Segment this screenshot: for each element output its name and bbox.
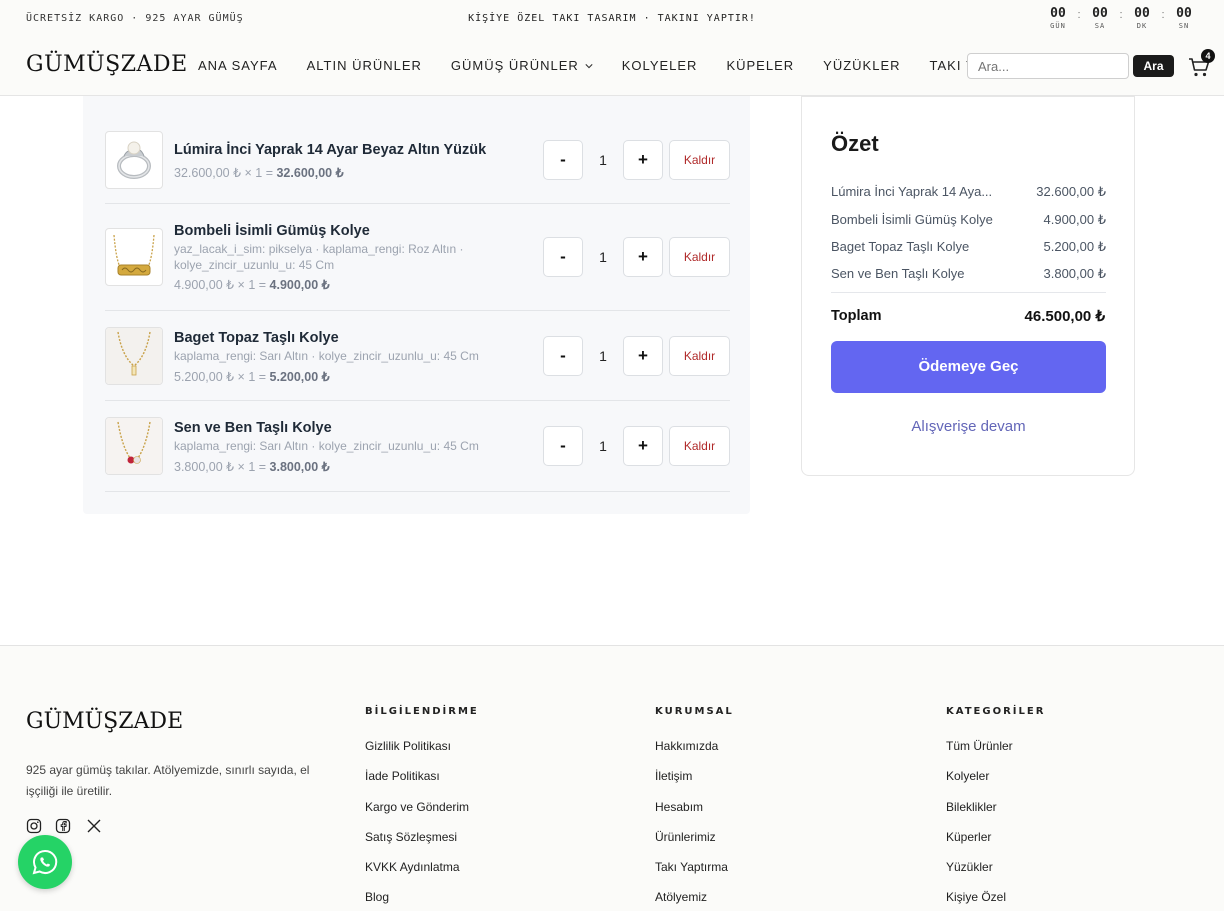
- qty-increase-button[interactable]: +: [623, 426, 663, 466]
- qty-decrease-button[interactable]: -: [543, 140, 583, 180]
- cart-item-price: 5.200,00 ₺ × 1 = 5.200,00 ₺: [174, 370, 330, 384]
- footer-column-info: BİLGİLENDİRME Gizlilik Politikası İade P…: [365, 706, 479, 911]
- footer-link[interactable]: Kargo ve Gönderim: [365, 800, 479, 830]
- ring-icon[interactable]: [105, 131, 163, 189]
- qty-increase-button[interactable]: +: [623, 237, 663, 277]
- cart-item-price: 3.800,00 ₺ × 1 = 3.800,00 ₺: [174, 460, 330, 474]
- remove-item-button[interactable]: Kaldır: [669, 426, 730, 466]
- nav-necklaces[interactable]: KOLYELER: [622, 58, 698, 73]
- footer-column-categories: KATEGORİLER Tüm Ürünler Kolyeler Bilekli…: [946, 706, 1045, 911]
- remove-item-button[interactable]: Kaldır: [669, 336, 730, 376]
- qty-increase-button[interactable]: +: [623, 336, 663, 376]
- summary-title: Özet: [831, 131, 879, 156]
- countdown-days: 00 GÜN: [1050, 6, 1066, 30]
- instagram-icon[interactable]: [26, 818, 42, 834]
- cart-item: Sen ve Ben Taşlı Kolye kaplama_rengi: Sa…: [105, 401, 730, 492]
- remove-item-button[interactable]: Kaldır: [669, 140, 730, 180]
- nav-silver-products[interactable]: GÜMÜŞ ÜRÜNLER: [451, 58, 593, 73]
- countdown-hours: 00 SA: [1092, 6, 1108, 30]
- qty-value: 1: [599, 438, 607, 454]
- cart-count-badge: 4: [1201, 49, 1215, 63]
- footer-description: 925 ayar gümüş takılar. Atölyemizde, sın…: [26, 763, 310, 798]
- footer-link[interactable]: Blog: [365, 890, 479, 911]
- cart-item-price: 4.900,00 ₺ × 1 = 4.900,00 ₺: [174, 278, 330, 292]
- remove-item-button[interactable]: Kaldır: [669, 237, 730, 277]
- order-summary: Özet Lúmira İnci Yaprak 14 Aya... 32.600…: [801, 96, 1135, 476]
- nav-rings[interactable]: YÜZÜKLER: [823, 58, 900, 73]
- qty-decrease-button[interactable]: -: [543, 237, 583, 277]
- countdown-minutes: 00 DK: [1134, 6, 1150, 30]
- footer-column-corporate: KURUMSAL Hakkımızda İletişim Hesabım Ürü…: [655, 706, 734, 911]
- chevron-down-icon: [585, 63, 593, 68]
- footer-link[interactable]: Kolyeler: [946, 769, 1045, 799]
- qty-decrease-button[interactable]: -: [543, 336, 583, 376]
- stone-necklace-icon[interactable]: [105, 417, 163, 475]
- pendant-necklace-icon[interactable]: [105, 327, 163, 385]
- footer-link[interactable]: Küperler: [946, 830, 1045, 860]
- countdown-seconds: 00 SN: [1176, 6, 1192, 30]
- whatsapp-button[interactable]: [18, 835, 72, 889]
- cart-item-price: 32.600,00 ₺ × 1 = 32.600,00 ₺: [174, 166, 344, 180]
- shipping-note: ÜCRETSİZ KARGO · 925 AYAR GÜMÜŞ: [26, 13, 244, 24]
- countdown-separator: :: [1119, 9, 1123, 21]
- cart-item-title[interactable]: Bombeli İsimli Gümüş Kolye: [174, 223, 370, 239]
- name-necklace-icon[interactable]: [105, 228, 163, 286]
- footer-link[interactable]: Gizlilik Politikası: [365, 739, 479, 769]
- footer-link[interactable]: Satış Sözleşmesi: [365, 830, 479, 860]
- top-announcement-bar: ÜCRETSİZ KARGO · 925 AYAR GÜMÜŞ KİŞİYE Ö…: [0, 0, 1224, 36]
- nav-silver-products-label: GÜMÜŞ ÜRÜNLER: [450, 58, 579, 73]
- cart-item-title[interactable]: Sen ve Ben Taşlı Kolye: [174, 420, 332, 436]
- checkout-button[interactable]: Ödemeye Geç: [831, 341, 1106, 393]
- continue-shopping-link[interactable]: Alışverişe devam: [831, 418, 1106, 435]
- nav-earrings[interactable]: KÜPELER: [726, 58, 794, 73]
- footer-link[interactable]: KVKK Aydınlatma: [365, 860, 479, 890]
- cart-item: Baget Topaz Taşlı Kolye kaplama_rengi: S…: [105, 311, 730, 401]
- footer-link[interactable]: Yüzükler: [946, 860, 1045, 890]
- footer-link[interactable]: Hakkımızda: [655, 739, 734, 769]
- cart-item-options: kaplama_rengi: Sarı Altın · kolye_zincir…: [174, 349, 479, 363]
- footer-logo[interactable]: GÜMÜŞZADE: [26, 709, 183, 734]
- search-button[interactable]: Ara: [1133, 55, 1174, 77]
- site-header: GÜMÜŞZADE ANA SAYFA ALTIN ÜRÜNLER GÜMÜŞ …: [0, 36, 1224, 96]
- site-footer: GÜMÜŞZADE 925 ayar gümüş takılar. Atölye…: [0, 645, 1224, 911]
- cart-item: Lúmira İnci Yaprak 14 Ayar Beyaz Altın Y…: [105, 118, 730, 204]
- summary-total-label: Toplam: [831, 308, 882, 324]
- summary-divider: [831, 292, 1106, 293]
- footer-link[interactable]: İade Politikası: [365, 769, 479, 799]
- qty-decrease-button[interactable]: -: [543, 426, 583, 466]
- cart-items-panel: Lúmira İnci Yaprak 14 Ayar Beyaz Altın Y…: [83, 96, 750, 514]
- cart-item-options: kaplama_rengi: Sarı Altın · kolye_zincir…: [174, 439, 479, 453]
- x-icon[interactable]: [86, 818, 102, 834]
- qty-value: 1: [599, 348, 607, 364]
- cart-item: Bombeli İsimli Gümüş Kolye yaz_lacak_i_s…: [105, 204, 730, 311]
- footer-link[interactable]: Atölyemiz: [655, 890, 734, 911]
- footer-link[interactable]: Takı Yaptırma: [655, 860, 734, 890]
- cart-item-options: yaz_lacak_i_sim: pikselya · kaplama_reng…: [174, 242, 464, 272]
- footer-link[interactable]: İletişim: [655, 769, 734, 799]
- footer-link[interactable]: Hesabım: [655, 800, 734, 830]
- footer-link[interactable]: Bileklikler: [946, 800, 1045, 830]
- qty-value: 1: [599, 249, 607, 265]
- cart-item-title[interactable]: Baget Topaz Taşlı Kolye: [174, 330, 339, 346]
- qty-value: 1: [599, 152, 607, 168]
- main-nav: ANA SAYFA ALTIN ÜRÜNLER GÜMÜŞ ÜRÜNLER KO…: [198, 58, 1068, 73]
- countdown-separator: :: [1161, 9, 1165, 21]
- qty-increase-button[interactable]: +: [623, 140, 663, 180]
- footer-link[interactable]: Tüm Ürünler: [946, 739, 1045, 769]
- countdown-timer: 00 GÜN : 00 SA : 00 DK : 00 SN: [1048, 6, 1194, 30]
- footer-link[interactable]: Kişiye Özel: [946, 890, 1045, 911]
- nav-home[interactable]: ANA SAYFA: [198, 58, 278, 73]
- cart-item-title[interactable]: Lúmira İnci Yaprak 14 Ayar Beyaz Altın Y…: [174, 142, 486, 158]
- countdown-separator: :: [1077, 9, 1081, 21]
- summary-total-value: 46.500,00 ₺: [1024, 308, 1105, 325]
- site-logo[interactable]: GÜMÜŞZADE: [26, 52, 188, 77]
- search-input[interactable]: [967, 53, 1129, 79]
- nav-gold-products[interactable]: ALTIN ÜRÜNLER: [307, 58, 422, 73]
- footer-link[interactable]: Ürünlerimiz: [655, 830, 734, 860]
- whatsapp-icon: [32, 849, 58, 875]
- facebook-icon[interactable]: [55, 818, 71, 834]
